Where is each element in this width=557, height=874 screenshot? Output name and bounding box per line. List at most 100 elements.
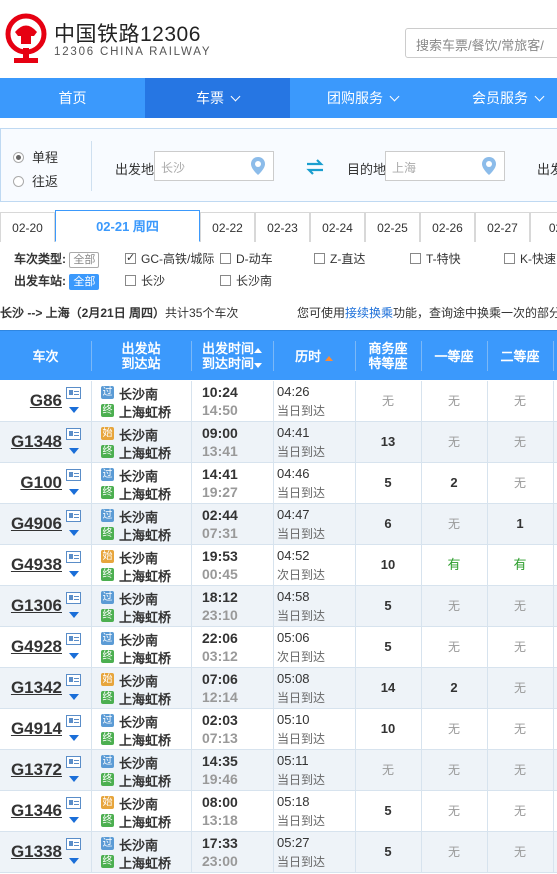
train-info-icon[interactable] <box>66 428 81 440</box>
site-title[interactable]: 中国铁路12306 <box>54 18 201 48</box>
train-number-link[interactable]: G1346 <box>0 791 62 831</box>
arrival-station[interactable]: 上海虹桥 <box>119 648 171 667</box>
filter-d[interactable]: D-动车 <box>220 250 273 267</box>
nav-item-member-service[interactable]: 会员服务 <box>435 78 557 118</box>
all-types-button[interactable]: 全部 <box>69 252 100 268</box>
swap-stations-icon[interactable] <box>304 159 326 175</box>
checkbox[interactable] <box>314 253 325 264</box>
train-number-link[interactable]: G4938 <box>0 545 62 585</box>
departure-station[interactable]: 长沙南 <box>119 794 158 813</box>
expand-stops-icon[interactable] <box>69 530 79 536</box>
departure-station[interactable]: 长沙南 <box>119 671 158 690</box>
date-tab[interactable]: 02- <box>530 212 557 242</box>
nav-item-group-service[interactable]: 团购服务 <box>290 78 435 118</box>
train-number-link[interactable]: G1342 <box>0 668 62 708</box>
sort-up-icon[interactable] <box>324 355 333 361</box>
arrival-station[interactable]: 上海虹桥 <box>119 771 171 790</box>
arrival-station[interactable]: 上海虹桥 <box>119 812 171 831</box>
expand-stops-icon[interactable] <box>69 653 79 659</box>
departure-station[interactable]: 长沙南 <box>119 466 158 485</box>
train-info-icon[interactable] <box>66 469 81 481</box>
filter-z[interactable]: Z-直达 <box>314 250 365 267</box>
expand-stops-icon[interactable] <box>69 858 79 864</box>
date-tab[interactable]: 02-22 <box>200 212 255 242</box>
departure-station[interactable]: 长沙南 <box>119 425 158 444</box>
arrival-station[interactable]: 上海虹桥 <box>119 607 171 626</box>
checkbox[interactable] <box>220 275 231 286</box>
train-number-link[interactable]: G4914 <box>0 709 62 749</box>
arrival-station[interactable]: 上海虹桥 <box>119 484 171 503</box>
header-times[interactable]: 出发时间 到达时间 <box>191 331 273 381</box>
radio-button[interactable] <box>13 176 24 187</box>
train-number-link[interactable]: G1338 <box>0 832 62 872</box>
from-station-input[interactable]: 长沙 <box>154 151 274 181</box>
train-info-icon[interactable] <box>66 715 81 727</box>
arrival-station[interactable]: 上海虹桥 <box>119 730 171 749</box>
nav-item-tickets[interactable]: 车票 <box>145 78 290 118</box>
expand-stops-icon[interactable] <box>69 407 79 413</box>
train-number-link[interactable]: G1348 <box>0 422 62 462</box>
filter-station-changsha[interactable]: 长沙 <box>125 272 165 289</box>
filter-k[interactable]: K-快速 <box>504 250 556 267</box>
expand-stops-icon[interactable] <box>69 448 79 454</box>
sort-up-icon[interactable] <box>254 348 262 353</box>
departure-station[interactable]: 长沙南 <box>119 835 158 854</box>
train-number-link[interactable]: G4928 <box>0 627 62 667</box>
train-info-icon[interactable] <box>66 797 81 809</box>
expand-stops-icon[interactable] <box>69 735 79 741</box>
train-info-icon[interactable] <box>66 838 81 850</box>
arrival-station[interactable]: 上海虹桥 <box>119 689 171 708</box>
date-tab[interactable]: 02-24 <box>310 212 365 242</box>
train-number-link[interactable]: G100 <box>0 463 62 503</box>
train-number-link[interactable]: G1372 <box>0 750 62 790</box>
arrival-station[interactable]: 上海虹桥 <box>119 443 171 462</box>
date-tab-active[interactable]: 02-21 周四 <box>55 210 200 242</box>
date-tab[interactable]: 02-25 <box>365 212 420 242</box>
checkbox[interactable] <box>220 253 231 264</box>
expand-stops-icon[interactable] <box>69 694 79 700</box>
departure-station[interactable]: 长沙南 <box>119 589 158 608</box>
train-info-icon[interactable] <box>66 756 81 768</box>
expand-stops-icon[interactable] <box>69 612 79 618</box>
checkbox[interactable] <box>410 253 421 264</box>
checkbox[interactable] <box>504 253 515 264</box>
train-info-icon[interactable] <box>66 510 81 522</box>
date-tab[interactable]: 02-23 <box>255 212 310 242</box>
arrival-station[interactable]: 上海虹桥 <box>119 853 171 872</box>
checkbox[interactable] <box>125 251 136 264</box>
transfer-link[interactable]: 接续换乘 <box>345 306 393 320</box>
railway-logo-icon[interactable] <box>4 12 48 64</box>
train-info-icon[interactable] <box>66 551 81 563</box>
train-info-icon[interactable] <box>66 674 81 686</box>
date-tab[interactable]: 02-27 <box>475 212 530 242</box>
location-pin-icon[interactable] <box>482 157 496 175</box>
train-info-icon[interactable] <box>66 633 81 645</box>
sort-down-icon[interactable] <box>254 363 262 368</box>
expand-stops-icon[interactable] <box>69 776 79 782</box>
arrival-station[interactable]: 上海虹桥 <box>119 566 171 585</box>
radio-button[interactable] <box>13 152 24 163</box>
expand-stops-icon[interactable] <box>69 489 79 495</box>
departure-station[interactable]: 长沙南 <box>119 507 158 526</box>
filter-station-changsha-south[interactable]: 长沙南 <box>220 272 272 289</box>
header-duration[interactable]: 历时 <box>273 331 355 381</box>
departure-station[interactable]: 长沙南 <box>119 384 158 403</box>
date-tab[interactable]: 02-20 <box>0 212 55 242</box>
train-info-icon[interactable] <box>66 592 81 604</box>
radio-round-trip[interactable]: 往返 <box>13 171 58 190</box>
all-stations-button[interactable]: 全部 <box>69 274 100 290</box>
radio-one-way[interactable]: 单程 <box>13 147 58 166</box>
train-info-icon[interactable] <box>66 387 81 399</box>
train-number-link[interactable]: G86 <box>0 381 62 421</box>
checkbox[interactable] <box>125 275 136 286</box>
train-number-link[interactable]: G4906 <box>0 504 62 544</box>
expand-stops-icon[interactable] <box>69 571 79 577</box>
arrival-station[interactable]: 上海虹桥 <box>119 525 171 544</box>
nav-item-home[interactable]: 首页 <box>0 78 145 118</box>
filter-gc[interactable]: GC-高铁/城际 <box>125 250 214 267</box>
departure-station[interactable]: 长沙南 <box>119 630 158 649</box>
to-station-input[interactable]: 上海 <box>385 151 505 181</box>
departure-station[interactable]: 长沙南 <box>119 548 158 567</box>
train-number-link[interactable]: G1306 <box>0 586 62 626</box>
expand-stops-icon[interactable] <box>69 817 79 823</box>
